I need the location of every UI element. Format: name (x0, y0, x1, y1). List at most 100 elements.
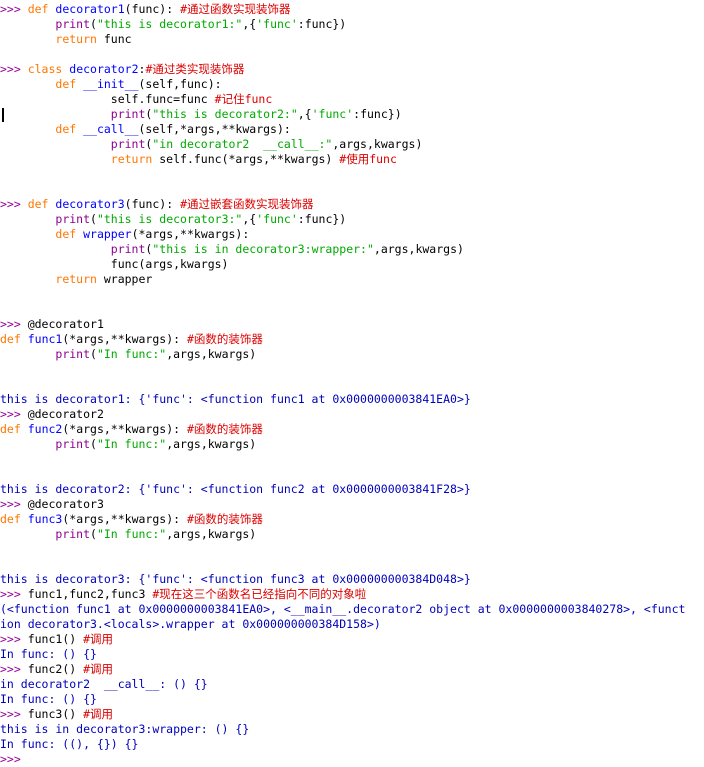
token-string: "In func:" (96, 527, 167, 541)
token-output: In func: () {} (0, 647, 97, 661)
token-comment: #记住func (214, 92, 273, 106)
shell-blank-line (0, 452, 704, 467)
shell-line: print("this is decorator3:",{'func':func… (0, 212, 704, 227)
token-output: this is in decorator3:wrapper: () {} (0, 722, 250, 736)
token-string: 'func' (256, 212, 298, 226)
shell-line: >>> class decorator2:#通过类实现装饰器 (0, 62, 704, 77)
shell-line: print("In func:",args,kwargs) (0, 527, 704, 542)
token-plain: @decorator2 (27, 407, 104, 421)
token-keyword: class (27, 62, 63, 76)
shell-line: >>> def decorator1(func): #通过函数实现装饰器 (0, 2, 704, 17)
token-builtin: print (110, 137, 146, 151)
token-plain: self.func=func (0, 92, 215, 106)
token-plain: (*args,**kwargs): (62, 512, 187, 526)
token-definition: func2 (27, 422, 63, 436)
shell-blank-line (0, 362, 704, 377)
shell-blank-line (0, 167, 704, 182)
shell-line: def func1(*args,**kwargs): #函数的装饰器 (0, 332, 704, 347)
token-plain: func3() (27, 707, 84, 721)
token-plain: ,args,kwargs) (332, 137, 423, 151)
shell-line: def func3(*args,**kwargs): #函数的装饰器 (0, 512, 704, 527)
shell-line: return wrapper (0, 272, 704, 287)
shell-blank-line (0, 287, 704, 302)
token-prompt: >>> (0, 662, 28, 676)
shell-blank-line (0, 377, 704, 392)
token-definition: __init__ (83, 77, 139, 91)
shell-line: def wrapper(*args,**kwargs): (0, 227, 704, 242)
token-keyword: def (27, 2, 49, 16)
shell-blank-line (0, 302, 704, 317)
shell-blank-line (0, 47, 704, 62)
shell-blank-line (0, 182, 704, 197)
token-plain: func1() (27, 632, 84, 646)
token-prompt: >>> (0, 317, 28, 331)
token-keyword: return (110, 152, 153, 166)
token-plain: (self,func): (138, 77, 222, 91)
token-string: "In func:" (96, 347, 167, 361)
token-plain: func(args,kwargs) (0, 257, 229, 271)
token-output: ion decorator3.<locals>.wrapper at 0x000… (0, 617, 381, 631)
token-plain: :func}) (297, 212, 347, 226)
token-keyword: def (0, 422, 21, 436)
token-plain: ( (90, 437, 97, 451)
token-keyword: def (55, 227, 77, 241)
shell-line: >>> @decorator1 (0, 317, 704, 332)
shell-line: this is decorator3: {'func': <function f… (0, 572, 704, 587)
token-keyword: def (55, 122, 77, 136)
token-comment: #通过函数实现装饰器 (180, 2, 291, 16)
shell-line: ion decorator3.<locals>.wrapper at 0x000… (0, 617, 704, 632)
token-plain: self.func(*args,**kwargs) (152, 152, 340, 166)
token-string: 'func' (256, 17, 298, 31)
token-builtin: print (110, 242, 146, 256)
text-cursor-caret (2, 108, 4, 122)
token-plain: ( (90, 527, 97, 541)
token-builtin: print (55, 347, 91, 361)
shell-line: print("this is in decorator3:wrapper:",a… (0, 242, 704, 257)
token-plain: (*args,**kwargs): (62, 422, 187, 436)
python-shell-output-pane[interactable]: >>> def decorator1(func): #通过函数实现装饰器 pri… (0, 0, 704, 766)
token-plain: func (96, 32, 132, 46)
token-builtin: print (55, 437, 91, 451)
token-plain: func2() (27, 662, 84, 676)
token-plain: ,{ (242, 17, 257, 31)
token-prompt: >>> (0, 587, 28, 601)
token-comment: #通过嵌套函数实现装饰器 (180, 197, 314, 211)
token-plain: ,{ (297, 107, 312, 121)
shell-line: func(args,kwargs) (0, 257, 704, 272)
token-plain: func1,func2,func3 (27, 587, 153, 601)
shell-line: In func: ((), {}) {} (0, 737, 704, 752)
token-definition: decorator3 (55, 197, 125, 211)
shell-line: >>> func3() #调用 (0, 707, 704, 722)
token-output: this is decorator3: {'func': <function f… (0, 572, 471, 586)
token-string: "this is decorator2:" (152, 107, 298, 121)
token-plain: ,args,kwargs) (373, 242, 464, 256)
token-string: "this is decorator1:" (96, 17, 243, 31)
token-builtin: print (55, 17, 91, 31)
token-output: this is decorator2: {'func': <function f… (0, 482, 471, 496)
token-output: In func: ((), {}) {} (0, 737, 139, 751)
token-plain: (*args,**kwargs): (62, 332, 187, 346)
token-definition: func1 (27, 332, 63, 346)
shell-line: print("this is decorator1:",{'func':func… (0, 17, 704, 32)
shell-line: this is decorator2: {'func': <function f… (0, 482, 704, 497)
shell-line: return func (0, 32, 704, 47)
shell-line: In func: () {} (0, 692, 704, 707)
token-definition: wrapper (83, 227, 132, 241)
token-prompt: >>> (0, 62, 28, 76)
token-prompt: >>> (0, 2, 28, 16)
token-comment: #通过类实现装饰器 (145, 62, 245, 76)
token-prompt: >>> (0, 197, 28, 211)
shell-line: this is in decorator3:wrapper: () {} (0, 722, 704, 737)
token-keyword: def (0, 332, 21, 346)
